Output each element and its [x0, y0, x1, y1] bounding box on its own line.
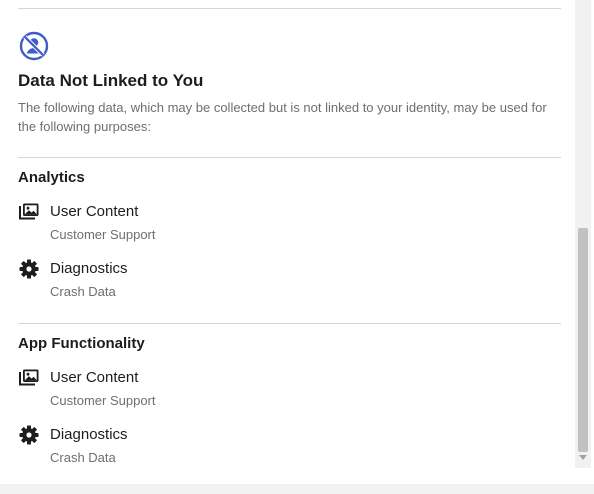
- category-detail-customer-support: Customer Support: [50, 393, 156, 408]
- scroll-down-arrow-icon[interactable]: [579, 455, 587, 460]
- top-divider: [18, 8, 561, 9]
- purpose-divider-analytics: [18, 157, 561, 158]
- vertical-scrollbar[interactable]: [575, 0, 591, 468]
- photos-icon: [19, 203, 39, 220]
- category-detail-crash-data: Crash Data: [50, 284, 116, 299]
- bottom-edge: [0, 484, 594, 494]
- category-detail-customer-support: Customer Support: [50, 227, 156, 242]
- gear-icon: [19, 425, 39, 445]
- photos-icon: [19, 369, 39, 386]
- privacy-details-panel: Data Not Linked to You The following dat…: [0, 0, 575, 484]
- category-user-content: User Content: [50, 203, 139, 220]
- purpose-title-app-functionality: App Functionality: [18, 335, 145, 352]
- section-title: Data Not Linked to You: [18, 71, 204, 90]
- person-slash-icon: [19, 31, 49, 61]
- purpose-title-analytics: Analytics: [18, 169, 85, 186]
- gear-icon: [19, 259, 39, 279]
- category-detail-crash-data: Crash Data: [50, 450, 116, 465]
- category-diagnostics: Diagnostics: [50, 426, 128, 443]
- scrollbar-thumb[interactable]: [578, 228, 588, 452]
- category-user-content: User Content: [50, 369, 139, 386]
- purpose-divider-app-functionality: [18, 323, 561, 324]
- category-diagnostics: Diagnostics: [50, 260, 128, 277]
- section-description: The following data, which may be collect…: [18, 100, 547, 134]
